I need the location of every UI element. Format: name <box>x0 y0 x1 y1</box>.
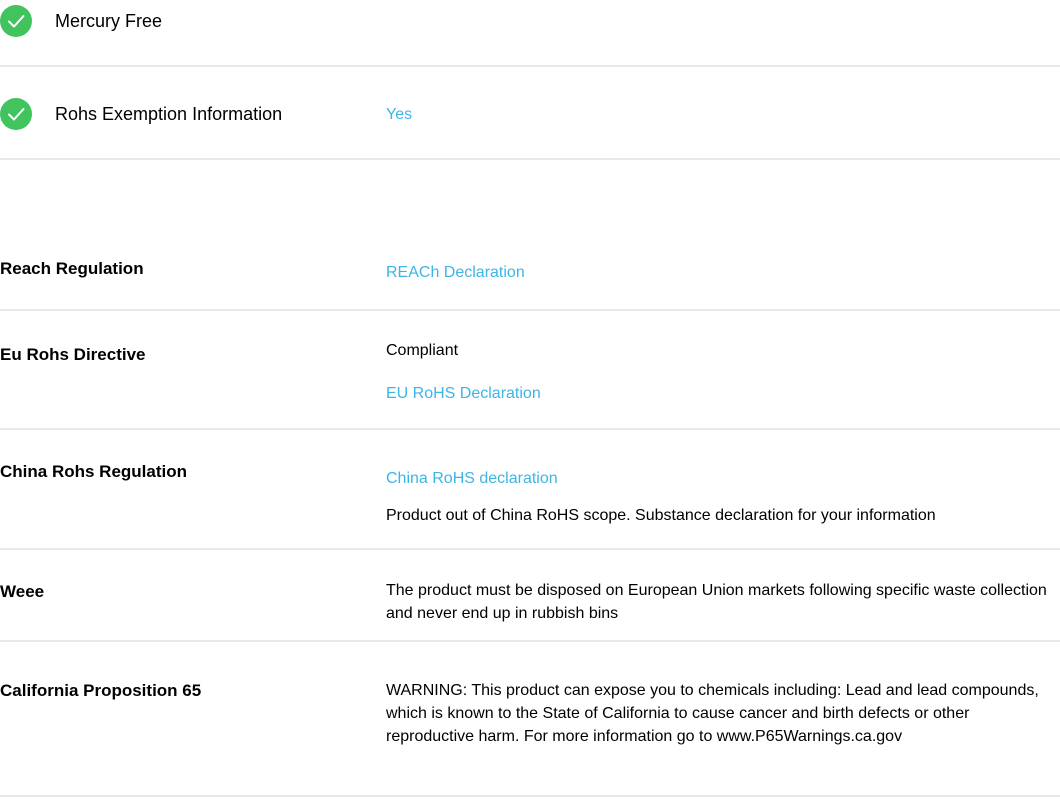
reach-regulation-label: Reach Regulation <box>0 259 144 278</box>
china-rohs-note: Product out of China RoHS scope. Substan… <box>386 507 936 524</box>
divider <box>0 65 1060 67</box>
weee-label: Weee <box>0 582 45 601</box>
weee-text: The product must be disposed on European… <box>386 582 1047 622</box>
mercury-free-label: Mercury Free <box>55 11 163 31</box>
divider <box>0 548 1060 550</box>
eu-rohs-declaration-link[interactable]: EU RoHS Declaration <box>386 385 541 403</box>
reach-declaration-link[interactable]: REACh Declaration <box>386 264 525 282</box>
eu-rohs-status: Compliant <box>386 342 459 359</box>
rohs-exemption-value-link[interactable]: Yes <box>386 106 412 124</box>
check-circle-icon <box>0 5 32 37</box>
divider <box>0 158 1060 160</box>
eu-rohs-directive-label: Eu Rohs Directive <box>0 345 146 364</box>
divider <box>0 428 1060 430</box>
divider <box>0 795 1060 797</box>
divider <box>0 640 1060 642</box>
china-rohs-regulation-label: China Rohs Regulation <box>0 462 187 481</box>
rohs-exemption-label: Rohs Exemption Information <box>55 104 283 124</box>
divider <box>0 309 1060 311</box>
california-prop65-warning: WARNING: This product can expose you to … <box>386 682 1039 745</box>
california-prop65-label: California Proposition 65 <box>0 681 202 700</box>
environmental-compliance-panel: Mercury Free Rohs Exemption Information … <box>0 0 1060 799</box>
mercury-free-row: Mercury Free <box>0 4 1060 38</box>
check-circle-icon <box>0 98 32 130</box>
china-rohs-declaration-link[interactable]: China RoHS declaration <box>386 470 558 488</box>
rohs-exemption-row: Rohs Exemption Information Yes <box>0 97 1060 131</box>
